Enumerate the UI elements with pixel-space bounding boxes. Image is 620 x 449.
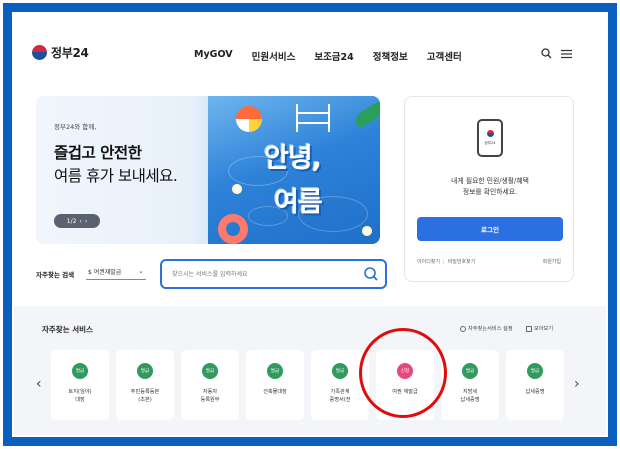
service-card-passport-reissue[interactable]: 신청 여권 재발급 bbox=[376, 350, 434, 420]
pager-next-icon[interactable]: › bbox=[85, 218, 87, 225]
grid-icon bbox=[526, 325, 532, 332]
find-id-link[interactable]: 아이디찾기 bbox=[417, 259, 440, 265]
service-label: 자동차 등록원부 bbox=[200, 389, 220, 403]
header: 정부24 MyGOV 민원서비스 보조금24 정책정보 고객센터 bbox=[14, 14, 606, 86]
nav-item-mygov[interactable]: MyGOV bbox=[194, 49, 233, 63]
services-settings-link[interactable]: 자주찾는서비스 설정 bbox=[460, 325, 513, 332]
nav-item-customer-center[interactable]: 고객센터 bbox=[427, 49, 462, 63]
apply-badge: 신청 bbox=[397, 363, 413, 379]
login-card: 정부24 내게 필요한 민원/생활/혜택 정보를 확인하세요. 로그인 아이디찾… bbox=[404, 96, 574, 282]
page: 정부24 MyGOV 민원서비스 보조금24 정책정보 고객센터 정부24와 함… bbox=[14, 14, 606, 435]
service-card-resident-register[interactable]: 발급 주민등록등본 (초본) bbox=[116, 350, 174, 420]
service-search-box bbox=[160, 259, 387, 289]
signup-link[interactable]: 회원가입 bbox=[543, 258, 561, 265]
hero-title-line2: 여름 휴가 보내세요. bbox=[54, 167, 178, 185]
carousel-next-icon[interactable]: › bbox=[574, 376, 580, 392]
issue-badge: 발급 bbox=[267, 363, 283, 379]
logo-text: 정부24 bbox=[51, 46, 89, 60]
service-label: 토지(임야) 대장 bbox=[68, 389, 92, 403]
beach-ball-icon bbox=[236, 106, 262, 132]
login-button[interactable]: 로그인 bbox=[417, 217, 563, 241]
banner-pager[interactable]: 1/2 ‹ › bbox=[54, 214, 100, 228]
account-links: 아이디찾기 | 비밀번호찾기 bbox=[417, 259, 476, 265]
pool-ladder-icon bbox=[296, 104, 330, 132]
services-settings-label: 자주찾는서비스 설정 bbox=[468, 326, 513, 332]
screenshot-frame: 정부24 MyGOV 민원서비스 보조금24 정책정보 고객센터 정부24와 함… bbox=[0, 0, 620, 449]
services-view-all-label: 모아보기 bbox=[534, 326, 554, 332]
service-label: 여권 재발급 bbox=[392, 389, 418, 395]
find-password-link[interactable]: 비밀번호찾기 bbox=[448, 259, 476, 265]
search-submit-icon[interactable] bbox=[363, 266, 379, 282]
login-message-line2: 정보를 확인하세요. bbox=[462, 188, 518, 196]
frequent-services-title: 자주찾는 서비스 bbox=[42, 325, 93, 334]
flower-icon bbox=[362, 226, 372, 236]
carousel-prev-icon[interactable]: ‹ bbox=[36, 376, 42, 392]
service-search-input[interactable] bbox=[172, 261, 352, 287]
chevron-down-icon: ⌄ bbox=[138, 267, 144, 275]
swim-ring-icon bbox=[218, 214, 248, 244]
service-list: 발급 토지(임야) 대장 발급 주민등록등본 (초본) 발급 자동차 등록원부 … bbox=[51, 350, 567, 420]
pager-prev-icon[interactable]: ‹ bbox=[79, 218, 81, 225]
service-card-family-certificate[interactable]: 발급 가족관계 증명서(전 bbox=[311, 350, 369, 420]
nav-item-subsidy24[interactable]: 보조금24 bbox=[314, 49, 353, 63]
service-label: 지방세 납세증명 bbox=[460, 389, 480, 403]
hamburger-menu-icon[interactable] bbox=[561, 48, 572, 62]
main-nav: MyGOV 민원서비스 보조금24 정책정보 고객센터 bbox=[194, 49, 481, 63]
service-label: 납세증명 bbox=[525, 389, 545, 395]
issue-badge: 발급 bbox=[72, 363, 88, 379]
frequent-search-label: 자주찾는 검색 bbox=[36, 271, 75, 279]
banner-art-text-line2: 여름 bbox=[274, 187, 323, 218]
flower-icon bbox=[232, 184, 242, 194]
issue-badge: 발급 bbox=[332, 363, 348, 379]
logo[interactable]: 정부24 bbox=[32, 44, 89, 61]
taegeuk-logo-icon bbox=[32, 45, 47, 60]
search-icon[interactable] bbox=[541, 48, 552, 62]
service-label: 가족관계 증명서(전 bbox=[329, 389, 351, 403]
hero-subtitle: 정부24와 함께, bbox=[54, 123, 97, 131]
pager-count: 1/2 bbox=[66, 217, 77, 225]
mobile-phone-icon: 정부24 bbox=[477, 119, 503, 157]
service-card-tax-certificate[interactable]: 발급 납세증명 bbox=[506, 350, 564, 420]
service-card-building-register[interactable]: 발급 건축물대장 bbox=[246, 350, 304, 420]
issue-badge: 발급 bbox=[137, 363, 153, 379]
hero-title-line1: 즐겁고 안전한 bbox=[54, 144, 142, 162]
services-view-all-link[interactable]: 모아보기 bbox=[526, 325, 553, 332]
service-label: 건축물대장 bbox=[263, 389, 287, 395]
hero-banner[interactable]: 정부24와 함께, 즐겁고 안전한 여름 휴가 보내세요. 1/2 ‹ › 안녕… bbox=[36, 96, 380, 244]
nav-item-policy[interactable]: 정책정보 bbox=[373, 49, 408, 63]
issue-badge: 발급 bbox=[527, 363, 543, 379]
issue-badge: 발급 bbox=[202, 363, 218, 379]
service-card-vehicle-register[interactable]: 발급 자동차 등록원부 bbox=[181, 350, 239, 420]
frequent-search-select[interactable]: $ 여권재발급 ⌄ bbox=[86, 263, 146, 280]
nav-item-civil-service[interactable]: 민원서비스 bbox=[252, 49, 296, 63]
frequent-services-section: 자주찾는 서비스 자주찾는서비스 설정 모아보기 ‹ › 발급 토지(임야) 대… bbox=[14, 306, 606, 435]
gear-icon bbox=[460, 325, 466, 332]
service-card-local-tax-certificate[interactable]: 발급 지방세 납세증명 bbox=[441, 350, 499, 420]
service-card-land-register[interactable]: 발급 토지(임야) 대장 bbox=[51, 350, 109, 420]
issue-badge: 발급 bbox=[462, 363, 478, 379]
service-label: 주민등록등본 (초본) bbox=[130, 389, 160, 403]
banner-art-text-line1: 안녕, bbox=[264, 143, 322, 174]
frequent-search-value: $ 여권재발급 bbox=[88, 268, 122, 276]
login-message-line1: 내게 필요한 민원/생활/혜택 bbox=[451, 177, 529, 185]
